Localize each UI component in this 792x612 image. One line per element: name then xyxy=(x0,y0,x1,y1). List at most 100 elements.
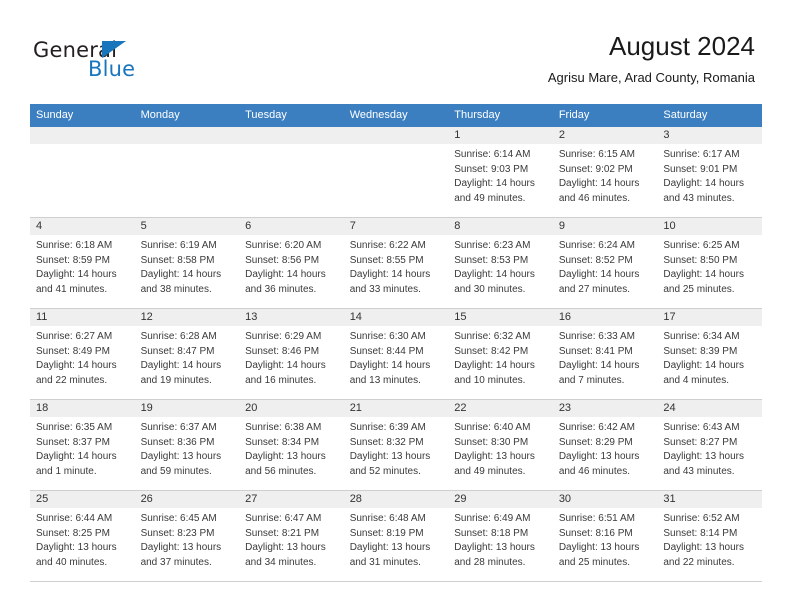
calendar-day-cell-empty xyxy=(30,127,135,218)
weekday-header-saturday: Saturday xyxy=(657,104,762,127)
day-details: Sunrise: 6:18 AM Sunset: 8:59 PM Daylight:… xyxy=(30,235,135,297)
day-number: 1 xyxy=(448,127,553,144)
daylight-text-line1: Daylight: 14 hours xyxy=(36,360,117,371)
daylight-text-line1: Daylight: 13 hours xyxy=(349,542,431,553)
sunset-text: Sunset: 9:02 PM xyxy=(558,163,633,175)
calendar-day-cell[interactable]: 19 Sunrise: 6:37 AM Sunset: 8:36 PM Dayligh… xyxy=(134,399,240,491)
daylight-text-line2: and 36 minutes. xyxy=(245,283,317,295)
title-block: August 2024 Agrisu Mare, Arad County, Ro… xyxy=(548,30,755,87)
day-number: 4 xyxy=(30,218,135,235)
calendar-day-cell[interactable]: 9 Sunrise: 6:24 AM Sunset: 8:52 PM Daylight… xyxy=(552,217,658,309)
daylight-text-line1: Daylight: 14 hours xyxy=(663,269,744,280)
calendar-day-cell[interactable]: 29 Sunrise: 6:49 AM Sunset: 8:18 PM Dayligh… xyxy=(448,490,553,582)
calendar-day-cell[interactable]: 8 Sunrise: 6:23 AM Sunset: 8:53 PM Daylight… xyxy=(448,217,553,309)
calendar-week-row: 18 Sunrise: 6:35 AM Sunset: 8:37 PM Dayligh… xyxy=(30,399,762,491)
sunset-text: Sunset: 8:18 PM xyxy=(454,527,529,539)
calendar-day-cell[interactable]: 14 Sunrise: 6:30 AM Sunset: 8:44 PM Dayligh… xyxy=(343,308,449,400)
daylight-text-line1: Daylight: 14 hours xyxy=(558,178,640,189)
day-details: Sunrise: 6:44 AM Sunset: 8:25 PM Daylight:… xyxy=(30,508,135,570)
day-number: 18 xyxy=(30,400,135,417)
calendar-day-cell[interactable]: 21 Sunrise: 6:39 AM Sunset: 8:32 PM Dayligh… xyxy=(343,399,449,491)
calendar-day-cell[interactable]: 12 Sunrise: 6:28 AM Sunset: 8:47 PM Dayligh… xyxy=(134,308,240,400)
calendar-day-cell[interactable]: 7 Sunrise: 6:22 AM Sunset: 8:55 PM Daylight… xyxy=(343,217,449,309)
daylight-text-line1: Daylight: 13 hours xyxy=(558,542,640,553)
sunrise-text: Sunrise: 6:47 AM xyxy=(245,513,322,524)
daylight-text-line2: and 22 minutes. xyxy=(36,374,108,386)
calendar-day-cell[interactable]: 1 Sunrise: 6:14 AM Sunset: 9:03 PM Daylight… xyxy=(448,127,553,218)
day-number: 19 xyxy=(134,400,240,417)
sunrise-text: Sunrise: 6:28 AM xyxy=(140,331,217,342)
calendar-day-cell[interactable]: 25 Sunrise: 6:44 AM Sunset: 8:25 PM Dayligh… xyxy=(30,490,135,582)
day-details: Sunrise: 6:52 AM Sunset: 8:14 PM Daylight:… xyxy=(657,508,762,570)
calendar-day-cell[interactable]: 31 Sunrise: 6:52 AM Sunset: 8:14 PM Dayligh… xyxy=(657,490,762,582)
calendar-grid: Sunday Monday Tuesday Wednesday Thursday… xyxy=(30,104,762,582)
sunset-text: Sunset: 8:47 PM xyxy=(140,345,215,357)
calendar-day-cell[interactable]: 20 Sunrise: 6:38 AM Sunset: 8:34 PM Dayligh… xyxy=(239,399,344,491)
calendar-day-cell[interactable]: 3 Sunrise: 6:17 AM Sunset: 9:01 PM Daylight… xyxy=(657,127,762,218)
brand-name-blue: Blue xyxy=(88,57,136,81)
daylight-text-line2: and 16 minutes. xyxy=(245,374,317,386)
day-details: Sunrise: 6:45 AM Sunset: 8:23 PM Daylight:… xyxy=(135,508,240,570)
calendar-day-cell[interactable]: 13 Sunrise: 6:29 AM Sunset: 8:46 PM Dayligh… xyxy=(239,308,344,400)
day-details: Sunrise: 6:48 AM Sunset: 8:19 PM Daylight:… xyxy=(344,508,449,570)
sunrise-text: Sunrise: 6:29 AM xyxy=(245,331,322,342)
calendar-day-cell[interactable]: 23 Sunrise: 6:42 AM Sunset: 8:29 PM Dayligh… xyxy=(552,399,658,491)
calendar-day-cell[interactable]: 5 Sunrise: 6:19 AM Sunset: 8:58 PM Daylight… xyxy=(134,217,240,309)
calendar-day-cell[interactable]: 27 Sunrise: 6:47 AM Sunset: 8:21 PM Dayligh… xyxy=(239,490,344,582)
calendar-day-cell[interactable]: 11 Sunrise: 6:27 AM Sunset: 8:49 PM Dayligh… xyxy=(30,308,135,400)
calendar-day-cell[interactable]: 10 Sunrise: 6:25 AM Sunset: 8:50 PM Dayligh… xyxy=(657,217,762,309)
day-number: 7 xyxy=(343,218,449,235)
day-number: 14 xyxy=(343,309,449,326)
day-details: Sunrise: 6:23 AM Sunset: 8:53 PM Daylight:… xyxy=(448,235,553,297)
daylight-text-line1: Daylight: 13 hours xyxy=(454,451,535,462)
calendar-day-cell[interactable]: 4 Sunrise: 6:18 AM Sunset: 8:59 PM Daylight… xyxy=(30,217,135,309)
calendar-day-cell[interactable]: 24 Sunrise: 6:43 AM Sunset: 8:27 PM Dayligh… xyxy=(657,399,762,491)
day-number: 13 xyxy=(239,309,344,326)
day-number: 5 xyxy=(134,218,240,235)
day-number: 20 xyxy=(239,400,344,417)
sunrise-text: Sunrise: 6:17 AM xyxy=(663,149,740,160)
calendar-day-cell[interactable]: 18 Sunrise: 6:35 AM Sunset: 8:37 PM Dayligh… xyxy=(30,399,135,491)
calendar-day-cell[interactable]: 22 Sunrise: 6:40 AM Sunset: 8:30 PM Dayligh… xyxy=(448,399,553,491)
sunset-text: Sunset: 8:36 PM xyxy=(140,436,215,448)
day-details: Sunrise: 6:17 AM Sunset: 9:01 PM Daylight:… xyxy=(657,144,762,206)
sunrise-text: Sunrise: 6:20 AM xyxy=(245,240,322,251)
daylight-text-line1: Daylight: 14 hours xyxy=(349,360,431,371)
calendar-day-cell[interactable]: 17 Sunrise: 6:34 AM Sunset: 8:39 PM Dayligh… xyxy=(657,308,762,400)
calendar-day-cell[interactable]: 16 Sunrise: 6:33 AM Sunset: 8:41 PM Dayligh… xyxy=(552,308,658,400)
daylight-text-line1: Daylight: 14 hours xyxy=(663,360,744,371)
calendar-day-cell[interactable]: 26 Sunrise: 6:45 AM Sunset: 8:23 PM Dayligh… xyxy=(134,490,240,582)
calendar-day-cell[interactable]: 15 Sunrise: 6:32 AM Sunset: 8:42 PM Dayligh… xyxy=(448,308,553,400)
calendar-week-row: 4 Sunrise: 6:18 AM Sunset: 8:59 PM Daylight… xyxy=(30,217,762,309)
sunset-text: Sunset: 8:41 PM xyxy=(558,345,633,357)
day-number: 28 xyxy=(343,491,449,508)
sunset-text: Sunset: 8:50 PM xyxy=(663,254,738,266)
day-number: 11 xyxy=(30,309,135,326)
calendar-day-cell[interactable]: 6 Sunrise: 6:20 AM Sunset: 8:56 PM Daylight… xyxy=(239,217,344,309)
day-number: 23 xyxy=(552,400,658,417)
day-details: Sunrise: 6:49 AM Sunset: 8:18 PM Daylight:… xyxy=(448,508,553,570)
daylight-text-line2: and 52 minutes. xyxy=(349,465,421,477)
weekday-header-thursday: Thursday xyxy=(448,104,553,127)
day-number xyxy=(239,127,344,144)
day-details: Sunrise: 6:40 AM Sunset: 8:30 PM Daylight:… xyxy=(448,417,553,479)
day-number xyxy=(30,127,135,144)
sunset-text: Sunset: 8:42 PM xyxy=(454,345,529,357)
sunset-text: Sunset: 8:34 PM xyxy=(245,436,320,448)
calendar-day-cell[interactable]: 30 Sunrise: 6:51 AM Sunset: 8:16 PM Dayligh… xyxy=(552,490,658,582)
calendar-body: 1 Sunrise: 6:14 AM Sunset: 9:03 PM Daylight… xyxy=(30,127,762,582)
daylight-text-line2: and 28 minutes. xyxy=(454,556,526,568)
page-header: General Blue August 2024 Agrisu Mare, Ar… xyxy=(0,0,792,103)
daylight-text-line1: Daylight: 14 hours xyxy=(349,269,431,280)
daylight-text-line2: and 46 minutes. xyxy=(558,465,630,477)
calendar-day-cell[interactable]: 2 Sunrise: 6:15 AM Sunset: 9:02 PM Daylight… xyxy=(552,127,658,218)
sunrise-text: Sunrise: 6:45 AM xyxy=(140,513,217,524)
daylight-text-line1: Daylight: 13 hours xyxy=(245,542,326,553)
daylight-text-line1: Daylight: 14 hours xyxy=(36,269,117,280)
brand-logo[interactable]: General Blue xyxy=(33,38,213,86)
weekday-header-monday: Monday xyxy=(134,104,240,127)
daylight-text-line2: and 43 minutes. xyxy=(663,192,735,204)
daylight-text-line1: Daylight: 14 hours xyxy=(36,451,117,462)
day-number: 29 xyxy=(448,491,553,508)
calendar-day-cell[interactable]: 28 Sunrise: 6:48 AM Sunset: 8:19 PM Dayligh… xyxy=(343,490,449,582)
